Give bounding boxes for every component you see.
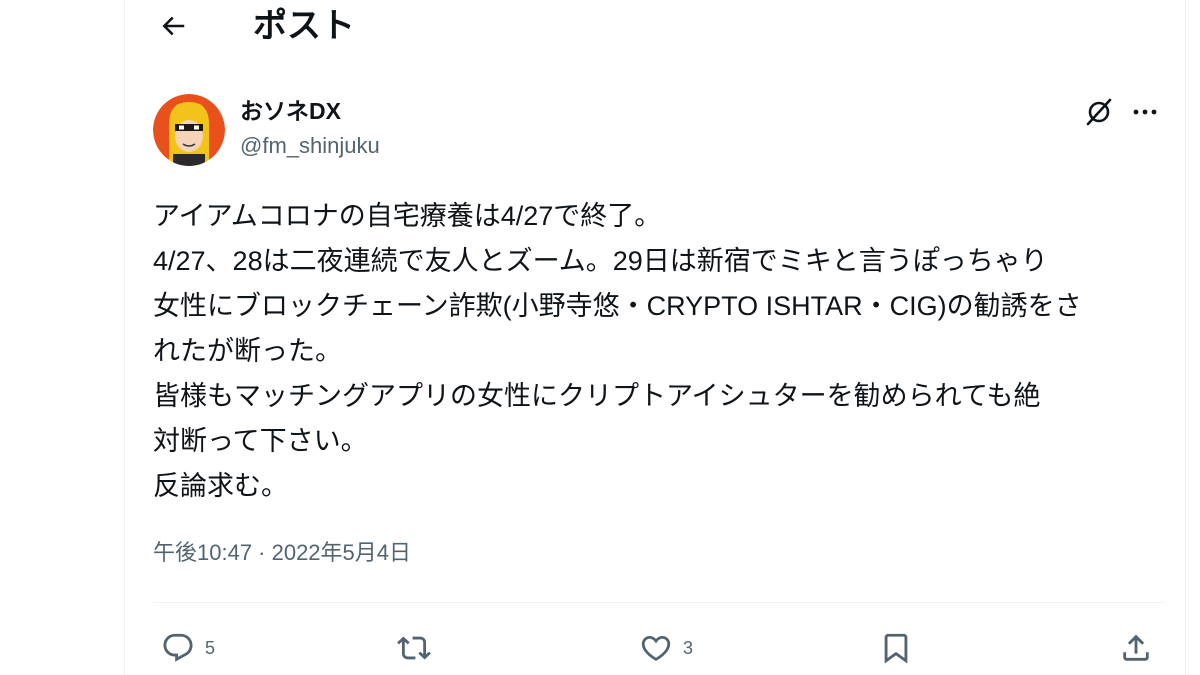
avatar[interactable]: [153, 94, 225, 166]
post-text: アイアムコロナの自宅療養は4/27で終了。 4/27、28は二夜連続で友人とズー…: [153, 194, 1163, 509]
post-text-line: 対断って下さい。: [153, 426, 368, 456]
grok-button[interactable]: [1081, 94, 1117, 130]
user-handle[interactable]: @fm_shinjuku: [240, 132, 380, 160]
repost-button[interactable]: [397, 626, 441, 670]
post-timestamp[interactable]: 午後10:47 · 2022年5月4日: [153, 538, 411, 568]
post-text-line: アイアムコロナの自宅療養は4/27で終了。: [153, 201, 662, 231]
divider: [153, 602, 1165, 603]
author-row: おソネDX @fm_shinjuku: [153, 94, 1163, 166]
reply-button[interactable]: 5: [161, 626, 215, 670]
bookmark-button[interactable]: [879, 626, 913, 670]
heart-icon: [639, 631, 673, 665]
reply-icon: [161, 631, 195, 665]
header: ポスト: [125, 0, 1185, 52]
share-button[interactable]: [1119, 626, 1153, 670]
post-column: ポスト おソネDX @fm_shinjuku アイアムコロナの自宅療養は4/27…: [124, 0, 1186, 675]
page: ポスト おソネDX @fm_shinjuku アイアムコロナの自宅療養は4/27…: [0, 0, 1200, 675]
back-button[interactable]: [153, 6, 193, 46]
like-count: 3: [683, 637, 694, 658]
reply-count: 5: [205, 637, 216, 658]
more-options-button[interactable]: [1127, 94, 1163, 130]
repost-icon: [397, 631, 431, 665]
post-text-line: 反論求む。: [153, 471, 288, 501]
more-dots-icon: [1131, 98, 1159, 126]
yellow-hood-avatar-icon: [153, 94, 225, 166]
action-bar: 5 3: [153, 626, 1165, 670]
bookmark-icon: [879, 631, 913, 665]
post-text-line: れたが断った。: [153, 336, 342, 366]
post-text-line: 皆様もマッチングアプリの女性にクリプトアイシュターを勧められても絶: [153, 381, 1041, 411]
share-icon: [1119, 631, 1153, 665]
page-title: ポスト: [253, 7, 355, 45]
grok-icon: [1084, 97, 1114, 127]
post-text-line: 女性にブロックチェーン詐欺(小野寺悠・CRYPTO ISHTAR・CIG)の勧誘…: [153, 291, 1082, 321]
display-name[interactable]: おソネDX: [240, 96, 341, 126]
like-button[interactable]: 3: [639, 626, 693, 670]
post-text-line: 4/27、28は二夜連続で友人とズーム。29日は新宿でミキと言うぽっちゃり: [153, 246, 1048, 276]
arrow-left-icon: [158, 11, 188, 41]
